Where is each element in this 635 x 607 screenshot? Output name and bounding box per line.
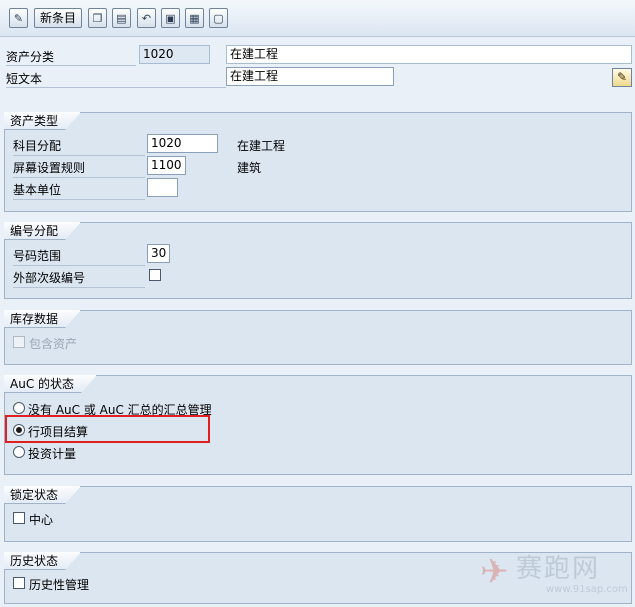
number-range-underline [13,265,145,266]
site-watermark: ✈ 赛跑网 www.91sap.com [480,548,630,598]
runner-logo-icon: ✈ [480,552,509,592]
asset-type-group: 资产类型 科目分配 1020 在建工程 屏幕设置规则 1100 建筑 基本单位 [4,112,632,212]
select-all-icon[interactable]: ▣ [161,8,180,28]
short-text-label: 短文本 [6,72,43,86]
external-subnumber-label: 外部次级编号 [13,271,86,285]
lock-status-title: 锁定状态 [4,486,81,504]
external-subnumber-underline [13,287,145,288]
center-label: 中心 [29,513,54,527]
deselect-icon[interactable]: ▢ [209,8,228,28]
asset-class-label: 资产分类 [6,50,55,64]
auc-option-investment-radio[interactable] [13,446,25,458]
auc-option-investment-label: 投资计量 [28,447,77,461]
screen-layout-underline [13,177,145,178]
select-block-icon[interactable]: ▦ [185,8,204,28]
number-assignment-group: 编号分配 号码范围 30 外部次级编号 [4,222,632,299]
short-text-underline [6,87,226,88]
include-asset-checkbox[interactable] [13,336,25,348]
include-asset-label: 包含资产 [29,337,78,351]
auc-status-title: AuC 的状态 [4,375,97,393]
asset-class-underline [6,65,136,66]
account-determination-field[interactable]: 1020 [147,134,218,153]
edit-pen-icon[interactable]: ✎ [9,8,28,28]
undo-icon[interactable]: ↶ [137,8,156,28]
inventory-title: 库存数据 [4,310,81,328]
base-unit-underline [13,199,145,200]
watermark-site-url: www.91sap.com [546,584,628,595]
number-range-label: 号码范围 [13,249,62,263]
screen-layout-desc: 建筑 [237,161,262,175]
history-mgmt-label: 历史性管理 [29,578,90,592]
history-mgmt-checkbox[interactable] [13,577,25,589]
asset-type-title: 资产类型 [4,112,81,130]
edit-text-icon[interactable]: ✎ [612,68,632,87]
lock-status-group: 锁定状态 中心 [4,486,632,542]
screen-layout-label: 屏幕设置规则 [13,161,86,175]
account-determination-label: 科目分配 [13,139,62,153]
asset-class-field[interactable]: 1020 [139,45,210,64]
base-unit-field[interactable] [147,178,178,197]
inventory-group: 库存数据 包含资产 [4,310,632,365]
copy-icon[interactable]: ❐ [88,8,107,28]
screen-layout-field[interactable]: 1100 [147,156,186,175]
number-assignment-title: 编号分配 [4,222,81,240]
selected-option-highlight [5,415,210,443]
auc-option-no-summary-radio[interactable] [13,402,25,414]
asset-class-description: 在建工程 [226,45,632,64]
account-determination-desc: 在建工程 [237,139,286,153]
number-range-field[interactable]: 30 [147,244,170,263]
new-entries-button[interactable]: 新条目 [34,8,82,28]
base-unit-label: 基本单位 [13,183,62,197]
application-toolbar: ✎ 新条目 ❐ ▤ ↶ ▣ ▦ ▢ [0,0,635,37]
account-determination-underline [13,155,145,156]
history-status-title: 历史状态 [4,552,81,570]
center-checkbox[interactable] [13,512,25,524]
delete-icon[interactable]: ▤ [112,8,131,28]
short-text-field[interactable]: 在建工程 [226,67,394,86]
external-subnumber-checkbox[interactable] [149,269,161,281]
watermark-site-name: 赛跑网 [516,554,601,584]
